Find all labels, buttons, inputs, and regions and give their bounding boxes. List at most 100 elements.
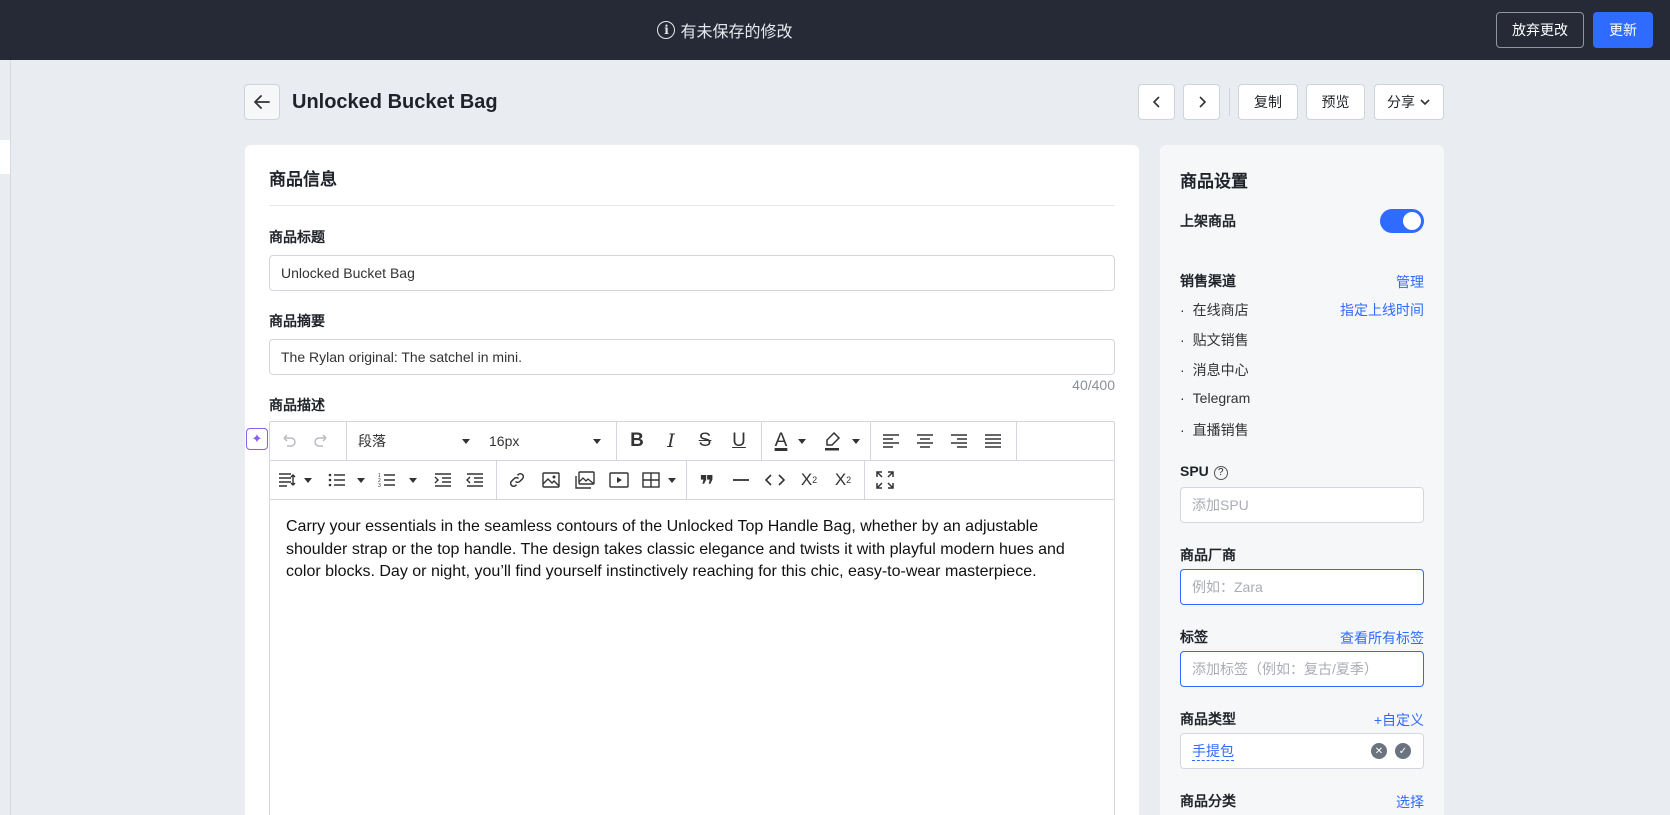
highlight-color-icon[interactable]	[818, 422, 846, 460]
sales-channels-label: 销售渠道	[1180, 273, 1236, 289]
toolbar-divider	[616, 422, 617, 460]
horizontal-rule-icon[interactable]	[726, 461, 756, 499]
underline-icon[interactable]: U	[724, 422, 754, 460]
unsaved-text: 有未保存的修改	[680, 24, 793, 41]
caret-down-icon[interactable]	[852, 439, 860, 444]
link-icon[interactable]	[502, 461, 532, 499]
chevron-down-icon	[1420, 99, 1430, 106]
page-title: Unlocked Bucket Bag	[292, 91, 498, 113]
paragraph-style-value: 段落	[358, 433, 386, 449]
back-button[interactable]	[244, 84, 280, 120]
product-settings-card: 商品设置 上架商品 销售渠道 管理 · 在线商店 指定上线时间 · 贴文销售 · 消息…	[1160, 145, 1444, 815]
align-center-icon[interactable]	[910, 422, 940, 460]
product-info-card: 商品信息 商品标题 Unlocked Bucket Bag 商品摘要 The R…	[245, 145, 1139, 815]
next-product-button[interactable]	[1183, 84, 1220, 120]
italic-icon[interactable]: I	[656, 422, 686, 460]
font-size-value: 16px	[489, 433, 520, 449]
caret-down-icon[interactable]	[357, 478, 365, 483]
image-icon[interactable]	[536, 461, 566, 499]
editor-toolbar-row-1: 段落 16px B I S U A	[270, 422, 1114, 461]
undo-icon[interactable]	[274, 422, 304, 460]
caret-down-icon	[462, 439, 470, 444]
channel-item: · 消息中心	[1180, 362, 1249, 378]
fullscreen-icon[interactable]	[870, 461, 900, 499]
channel-item: · 直播销售	[1180, 422, 1249, 438]
tags-input[interactable]: 添加标签（例如：复古/夏季）	[1180, 651, 1424, 687]
settings-title: 商品设置	[1180, 172, 1248, 191]
share-dropdown[interactable]: 分享	[1374, 84, 1444, 120]
font-color-icon[interactable]: A	[768, 422, 794, 460]
chevron-left-icon	[1152, 96, 1160, 108]
redo-icon[interactable]	[306, 422, 336, 460]
product-description-label: 商品描述	[269, 397, 325, 413]
toolbar-divider	[870, 422, 871, 460]
table-icon[interactable]	[638, 461, 664, 499]
outdent-icon[interactable]	[460, 461, 490, 499]
product-type-select[interactable]: 手提包 ✕ ✓	[1180, 733, 1424, 769]
custom-type-link[interactable]: +自定义	[1374, 710, 1424, 730]
code-icon[interactable]	[760, 461, 790, 499]
publish-toggle[interactable]	[1380, 209, 1424, 233]
select-category-link[interactable]: 选择	[1396, 792, 1424, 812]
editor-content[interactable]: Carry your essentials in the seamless co…	[286, 516, 1098, 584]
caret-down-icon[interactable]	[409, 478, 417, 483]
superscript-icon[interactable]: X2	[794, 461, 824, 499]
divider	[269, 205, 1115, 206]
previous-product-button[interactable]	[1138, 84, 1175, 120]
numbered-list-icon[interactable]: 123	[374, 461, 400, 499]
indent-icon[interactable]	[428, 461, 458, 499]
toolbar-divider	[346, 422, 347, 460]
toolbar-divider	[864, 461, 865, 499]
toolbar-divider	[761, 422, 762, 460]
caret-down-icon[interactable]	[304, 478, 312, 483]
confirm-check-icon[interactable]: ✓	[1395, 743, 1411, 759]
rich-text-editor: 段落 16px B I S U A 1 2 3 ❞ X 2 X 2 Carry …	[269, 421, 1115, 815]
blockquote-icon[interactable]: ❞	[692, 461, 722, 500]
paragraph-style-select[interactable]: 段落	[358, 422, 470, 460]
product-title-label: 商品标题	[269, 229, 325, 245]
view-all-tags-link[interactable]: 查看所有标签	[1340, 628, 1424, 648]
align-right-icon[interactable]	[944, 422, 974, 460]
discard-changes-button[interactable]: 放弃更改	[1496, 12, 1584, 48]
product-summary-label: 商品摘要	[269, 313, 325, 329]
summary-char-counter: 40/400	[1072, 377, 1115, 393]
help-icon[interactable]: ?	[1213, 465, 1228, 480]
video-icon[interactable]	[604, 461, 634, 499]
caret-down-icon[interactable]	[798, 439, 806, 444]
left-sidebar-edge	[0, 60, 11, 815]
tags-label: 标签	[1180, 629, 1208, 645]
info-icon: i	[657, 21, 676, 39]
line-height-icon[interactable]	[276, 461, 298, 499]
vendor-input[interactable]: 例如：Zara	[1180, 569, 1424, 605]
editor-toolbar-row-2: 123 ❞ X 2 X 2	[270, 461, 1114, 500]
strikethrough-icon[interactable]: S	[690, 422, 720, 460]
align-justify-icon[interactable]	[978, 422, 1008, 460]
bullet-list-icon[interactable]	[324, 461, 350, 499]
product-category-label: 商品分类	[1180, 793, 1236, 809]
product-summary-input[interactable]: The Rylan original: The satchel in mini.	[269, 339, 1115, 375]
sidebar-active-marker	[0, 140, 10, 174]
vendor-label: 商品厂商	[1180, 547, 1236, 563]
manage-channels-link[interactable]: 管理	[1396, 272, 1424, 292]
copy-button[interactable]: 复制	[1238, 84, 1298, 120]
gallery-icon[interactable]	[570, 461, 600, 499]
spu-input[interactable]: 添加SPU	[1180, 487, 1424, 523]
chevron-right-icon	[1198, 96, 1206, 108]
font-size-select[interactable]: 16px	[489, 422, 601, 460]
ai-sparkle-icon[interactable]: ✦	[246, 428, 268, 450]
product-title-input[interactable]: Unlocked Bucket Bag	[269, 255, 1115, 291]
schedule-publish-link[interactable]: 指定上线时间	[1340, 300, 1424, 320]
toolbar-divider	[686, 461, 687, 499]
subscript-icon[interactable]: X2	[828, 461, 858, 499]
product-type-label: 商品类型	[1180, 711, 1236, 727]
publish-label: 上架商品	[1180, 213, 1236, 229]
align-left-icon[interactable]	[876, 422, 906, 460]
bold-icon[interactable]: B	[622, 422, 652, 460]
toggle-knob	[1403, 212, 1421, 230]
clear-icon[interactable]: ✕	[1371, 743, 1387, 759]
update-button[interactable]: 更新	[1593, 12, 1653, 48]
caret-down-icon	[593, 439, 601, 444]
toolbar-divider	[1016, 422, 1017, 460]
preview-button[interactable]: 预览	[1306, 84, 1365, 120]
caret-down-icon[interactable]	[668, 478, 676, 483]
